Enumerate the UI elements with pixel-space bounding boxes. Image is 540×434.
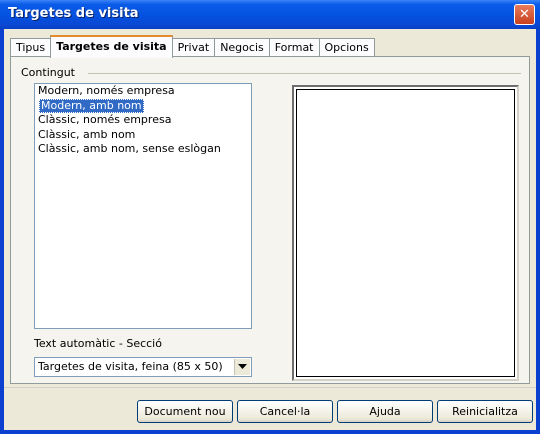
tab-privat[interactable]: Privat [171,38,216,57]
tab-format[interactable]: Format [268,38,320,57]
group-label-contingut: Contingut [21,66,75,79]
list-item[interactable]: Clàssic, amb nom [35,128,251,143]
window-title: Targetes de visita [8,6,139,21]
help-button[interactable]: Ajuda [337,400,433,423]
tab-bar: Tipus Targetes de visita Privat Negocis … [10,35,375,58]
new-document-button[interactable]: Document nou [137,400,233,423]
title-bar[interactable]: Targetes de visita ✕ [0,0,540,29]
dropdown-button[interactable] [234,359,250,375]
tab-negocis[interactable]: Negocis [214,38,270,57]
card-preview [292,85,519,381]
reset-button[interactable]: Reinicialitza [437,400,533,423]
close-button[interactable]: ✕ [514,4,535,25]
chevron-down-icon [238,364,247,369]
preview-page [296,89,515,377]
list-item[interactable]: Clàssic, només empresa [35,113,251,128]
list-item[interactable]: Clàssic, amb nom, sense eslògan [35,142,251,157]
tab-targetes-de-visita[interactable]: Targetes de visita [50,35,173,58]
autotext-section-select[interactable]: Targetes de visita, feina (85 x 50) [34,357,252,377]
dialog-window: Targetes de visita ✕ Tipus Targetes de v… [0,0,540,434]
layout-listbox[interactable]: Modern, només empresa Modern, amb nom Cl… [34,83,252,329]
close-icon: ✕ [519,7,530,22]
dialog-body: Tipus Targetes de visita Privat Negocis … [4,29,536,430]
autotext-section-label: Text automàtic - Secció [34,337,162,350]
bottom-divider [4,387,536,388]
tab-tipus[interactable]: Tipus [10,38,52,57]
autotext-section-value: Targetes de visita, feina (85 x 50) [38,360,223,373]
list-item-selected[interactable]: Modern, amb nom [39,98,144,113]
tab-panel: Contingut Modern, només empresa Modern, … [10,56,530,384]
list-item[interactable]: Modern, només empresa [35,84,251,99]
cancel-button[interactable]: Cancel·la [237,400,333,423]
tab-opcions[interactable]: Opcions [318,38,375,57]
group-divider [88,73,521,74]
